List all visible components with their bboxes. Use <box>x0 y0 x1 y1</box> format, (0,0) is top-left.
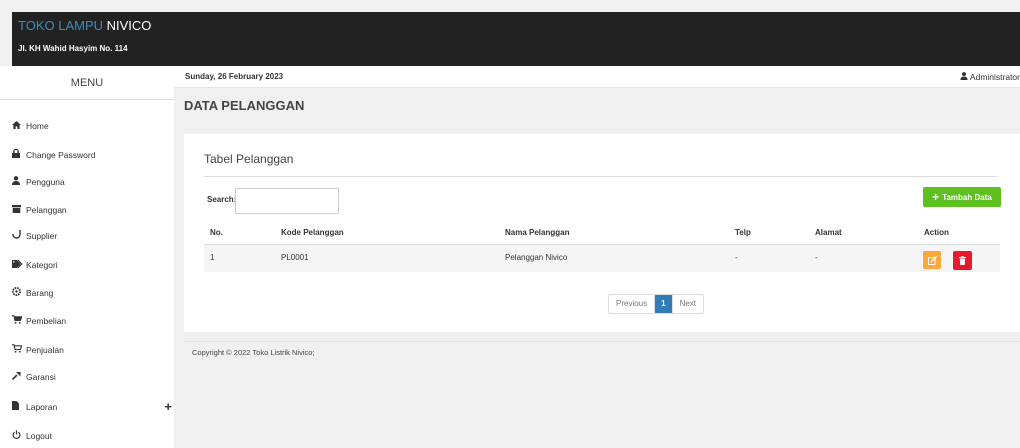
sidebar-item-label: Change Password <box>26 150 96 160</box>
cell-no: 1 <box>210 253 215 262</box>
column-header-action: Action <box>924 228 949 237</box>
cell-kode: PL0001 <box>281 253 309 262</box>
plus-icon: + <box>932 190 940 204</box>
box-title: Tabel Pelanggan <box>204 152 294 166</box>
sidebar-item-label: Home <box>26 121 49 131</box>
user-menu[interactable]: Administrator <box>960 72 1020 82</box>
top-header: TOKO LAMPU NIVICO Jl. KH Wahid Hasyim No… <box>12 12 1020 66</box>
sidebar-item-label: Logout <box>26 431 52 441</box>
user-icon <box>12 173 26 191</box>
delete-button[interactable] <box>953 251 972 270</box>
trash-icon <box>959 256 966 265</box>
sidebar-item-label: Supplier <box>26 231 58 241</box>
column-header-telp[interactable]: Telp <box>735 228 751 237</box>
cart-icon <box>12 312 26 330</box>
column-header-nama[interactable]: Nama Pelanggan <box>505 228 569 237</box>
brand-name-part1: TOKO LAMPU <box>18 18 104 33</box>
cell-telp: - <box>735 253 738 262</box>
sidebar-item-supplier[interactable]: Supplier <box>12 227 172 245</box>
search-label: Search: <box>207 195 237 204</box>
file-icon <box>12 398 26 416</box>
tags-icon <box>12 256 26 274</box>
sidebar-item-barang[interactable]: Barang <box>12 284 172 302</box>
sidebar-item-label: Kategori <box>26 260 58 270</box>
expand-plus-icon[interactable]: + <box>164 398 172 416</box>
sidebar-item-label: Laporan <box>26 402 58 412</box>
content-box: Tabel Pelanggan Search: + Tambah Data No… <box>184 134 1020 332</box>
pagination-page-1[interactable]: 1 <box>654 295 672 313</box>
pagination-previous[interactable]: Previous <box>609 295 655 313</box>
column-header-alamat[interactable]: Alamat <box>815 228 842 237</box>
sidebar-item-garansi[interactable]: Garansi <box>11 368 172 386</box>
user-name: Administrator <box>969 72 1020 82</box>
current-date: Sunday, 26 February 2023 <box>185 72 284 81</box>
divider <box>204 176 998 177</box>
store-address: Jl. KH Wahid Hasyim No. 114 <box>18 44 128 53</box>
cell-alamat: - <box>815 253 818 262</box>
edit-button[interactable] <box>923 251 941 269</box>
brand-logo[interactable]: TOKO LAMPU NIVICO <box>18 18 151 33</box>
table-row <box>204 244 1000 272</box>
sidebar-item-logout[interactable]: Logout <box>12 427 172 445</box>
box-icon <box>12 201 26 219</box>
add-data-button[interactable]: + Tambah Data <box>923 187 1001 207</box>
sidebar-item-kategori[interactable]: Kategori <box>12 256 172 274</box>
sidebar-item-laporan[interactable]: Laporan + <box>12 398 172 416</box>
pagination-next[interactable]: Next <box>671 295 704 313</box>
sidebar-item-label: Pembelian <box>26 316 67 326</box>
lock-icon <box>12 146 26 164</box>
home-icon <box>12 117 26 135</box>
sidebar-item-label: Barang <box>26 288 54 298</box>
cart-icon <box>12 341 26 359</box>
sidebar-item-pembelian[interactable]: Pembelian <box>12 312 172 330</box>
search-input[interactable] <box>235 188 339 214</box>
footer-divider <box>184 341 1020 342</box>
copyright-text: Copyright © 2022 Toko Listrik Nivico; <box>192 348 315 357</box>
power-icon <box>12 427 26 445</box>
sidebar-item-pelanggan[interactable]: Pelanggan <box>12 201 172 219</box>
sidebar-item-label: Pelanggan <box>26 205 67 215</box>
sidebar-item-label: Garansi <box>26 372 56 382</box>
edit-icon <box>927 255 937 265</box>
sidebar-item-change-password[interactable]: Change Password <box>12 146 172 164</box>
sidebar-item-pengguna[interactable]: Pengguna <box>12 173 172 191</box>
sidebar-item-label: Pengguna <box>26 177 65 187</box>
hook-icon <box>12 227 26 245</box>
sidebar: MENU Home Change Password Pengguna Pelan… <box>0 66 174 448</box>
pagination: Previous 1 Next <box>608 294 705 314</box>
sidebar-item-home[interactable]: Home <box>12 117 172 135</box>
sidebar-item-label: Penjualan <box>26 345 64 355</box>
sidebar-item-penjualan[interactable]: Penjualan <box>12 341 172 359</box>
page-title: DATA PELANGGAN <box>184 98 305 113</box>
sub-header: Sunday, 26 February 2023 Administrator <box>174 66 1020 88</box>
wrench-icon <box>11 368 26 386</box>
column-header-kode[interactable]: Kode Pelanggan <box>281 228 344 237</box>
user-icon <box>960 72 970 82</box>
add-data-label: Tambah Data <box>942 192 992 202</box>
cell-nama: Pelanggan Nivico <box>505 253 568 262</box>
gear-icon <box>12 284 26 302</box>
column-header-no[interactable]: No. <box>210 228 223 237</box>
brand-name-part2: NIVICO <box>106 18 152 33</box>
menu-title: MENU <box>0 66 174 100</box>
